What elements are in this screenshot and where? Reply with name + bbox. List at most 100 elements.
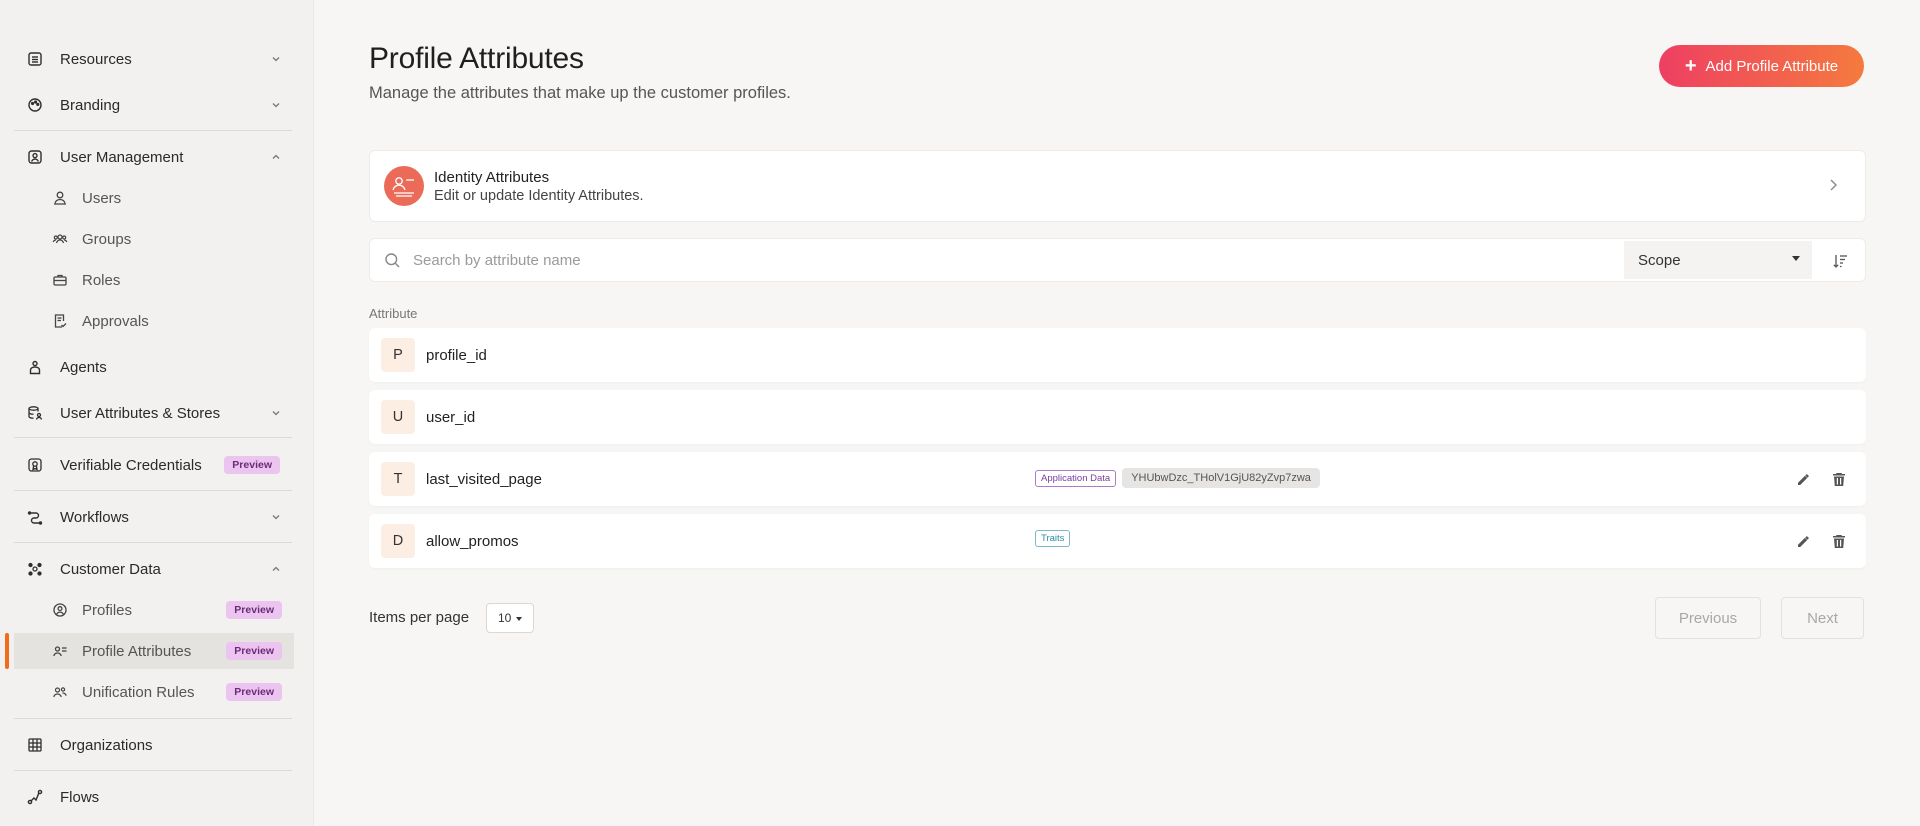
user-list-icon — [52, 643, 68, 659]
sidebar-item-agents[interactable]: Agents — [14, 347, 292, 387]
group-icon — [52, 231, 68, 247]
plus-icon: + — [1684, 55, 1697, 77]
sort-icon[interactable] — [1826, 247, 1854, 275]
next-page-button[interactable]: Next — [1781, 597, 1864, 639]
sidebar-item-label: User Management — [60, 148, 184, 166]
search-icon — [384, 252, 401, 269]
sidebar-item-label: Agents — [60, 358, 107, 376]
delete-trash-icon[interactable] — [1830, 470, 1848, 488]
attribute-name: allow_promos — [426, 532, 519, 550]
chevron-down-icon — [270, 99, 282, 111]
sidebar-item-label: Branding — [60, 96, 121, 114]
attribute-letter-avatar: U — [381, 400, 415, 434]
customer-data-icon — [26, 560, 44, 578]
attribute-letter-avatar: P — [381, 338, 415, 372]
divider — [14, 490, 292, 491]
user-square-icon — [26, 148, 44, 166]
building-icon — [26, 736, 44, 754]
attribute-tags: Application Data YHUbwDzc_THolV1GjU82yZv… — [1035, 468, 1320, 488]
user-circle-icon — [52, 602, 68, 618]
row-actions — [1794, 470, 1848, 488]
search-bar: Scope — [369, 238, 1866, 282]
preview-badge: Preview — [226, 642, 282, 660]
identity-card-title: Identity Attributes — [434, 168, 550, 186]
scope-tag: Application Data — [1035, 469, 1117, 487]
column-header-attribute: Attribute — [369, 306, 418, 321]
delete-trash-icon[interactable] — [1830, 532, 1848, 550]
divider — [14, 437, 292, 438]
list-icon — [26, 50, 44, 68]
sidebar-item-label: Approvals — [82, 312, 149, 330]
scope-tag: Traits — [1035, 530, 1071, 547]
attribute-name: profile_id — [426, 346, 487, 364]
items-per-page-label: Items per page — [369, 609, 470, 626]
sidebar-item-user-management[interactable]: User Management — [14, 137, 292, 177]
attribute-name: last_visited_page — [426, 470, 542, 488]
sidebar-item-user-attributes-stores[interactable]: User Attributes & Stores — [14, 393, 292, 433]
previous-page-button[interactable]: Previous — [1655, 597, 1761, 639]
sidebar-item-profiles[interactable]: Profiles Preview — [14, 592, 294, 628]
edit-pencil-icon[interactable] — [1794, 470, 1812, 488]
agent-icon — [26, 358, 44, 376]
identity-card-text: Identity Attributes Edit or update Ident… — [434, 169, 644, 204]
sidebar-item-label: Groups — [82, 230, 132, 248]
divider — [14, 542, 292, 543]
workflow-icon — [26, 508, 44, 526]
identity-card-description: Edit or update Identity Attributes. — [434, 187, 644, 204]
sidebar-item-label: User Attributes & Stores — [60, 404, 221, 422]
preview-badge: Preview — [226, 601, 282, 619]
sidebar: Resources Branding User Management Users… — [0, 0, 314, 826]
chevron-down-icon — [270, 53, 282, 65]
sidebar-item-workflows[interactable]: Workflows — [14, 497, 292, 537]
table-row[interactable]: P profile_id — [369, 328, 1866, 382]
sidebar-item-groups[interactable]: Groups — [14, 221, 294, 257]
sidebar-item-profile-attributes[interactable]: Profile Attributes Preview — [14, 633, 294, 669]
users-merge-icon — [52, 684, 68, 700]
sidebar-item-label: Profile Attributes — [82, 642, 192, 660]
sidebar-item-roles[interactable]: Roles — [14, 262, 294, 298]
scope-label: Scope — [1638, 251, 1681, 269]
sidebar-item-organizations[interactable]: Organizations — [14, 725, 292, 765]
divider — [14, 770, 292, 771]
user-icon — [52, 190, 68, 206]
table-row[interactable]: D allow_promos Traits — [369, 514, 1866, 568]
database-user-icon — [26, 404, 44, 422]
briefcase-icon — [52, 272, 68, 288]
page-subtitle: Manage the attributes that make up the c… — [369, 84, 791, 102]
chevron-down-icon — [270, 407, 282, 419]
sidebar-item-label: Resources — [60, 50, 132, 68]
table-row[interactable]: U user_id — [369, 390, 1866, 444]
sidebar-item-label: Flows — [60, 788, 100, 806]
sidebar-item-label: Customer Data — [60, 560, 161, 578]
palette-icon — [26, 96, 44, 114]
sidebar-item-resources[interactable]: Resources — [14, 39, 292, 79]
sidebar-item-label: Roles — [82, 271, 121, 289]
attribute-tags: Traits — [1035, 530, 1071, 547]
credential-icon — [26, 456, 44, 474]
items-per-page-select[interactable]: 10 — [486, 603, 534, 633]
identity-user-icon — [384, 166, 424, 206]
active-indicator — [5, 633, 9, 669]
edit-pencil-icon[interactable] — [1794, 532, 1812, 550]
sidebar-item-unification-rules[interactable]: Unification Rules Preview — [14, 674, 294, 710]
identity-attributes-card[interactable]: Identity Attributes Edit or update Ident… — [369, 150, 1866, 222]
sidebar-item-verifiable-credentials[interactable]: Verifiable Credentials Preview — [14, 445, 292, 485]
sidebar-item-users[interactable]: Users — [14, 180, 294, 216]
table-row[interactable]: T last_visited_page Application Data YHU… — [369, 452, 1866, 506]
application-id-chip: YHUbwDzc_THolV1GjU82yZvp7zwa — [1122, 468, 1320, 488]
add-profile-attribute-button[interactable]: + Add Profile Attribute — [1659, 45, 1864, 87]
sidebar-item-branding[interactable]: Branding — [14, 85, 292, 125]
sidebar-item-flows[interactable]: Flows — [14, 777, 292, 817]
caret-down-icon — [516, 617, 522, 621]
search-input[interactable] — [413, 251, 1593, 269]
scope-select[interactable]: Scope — [1624, 241, 1812, 279]
sidebar-item-approvals[interactable]: Approvals — [14, 303, 294, 339]
items-per-page-value: 10 — [498, 611, 512, 625]
sidebar-item-label: Verifiable Credentials — [60, 456, 202, 474]
attribute-name: user_id — [426, 408, 476, 426]
sidebar-item-customer-data[interactable]: Customer Data — [14, 549, 292, 589]
chevron-right-icon — [1827, 177, 1839, 198]
attribute-letter-avatar: D — [381, 524, 415, 558]
sidebar-item-label: Organizations — [60, 736, 153, 754]
row-actions — [1794, 532, 1848, 550]
